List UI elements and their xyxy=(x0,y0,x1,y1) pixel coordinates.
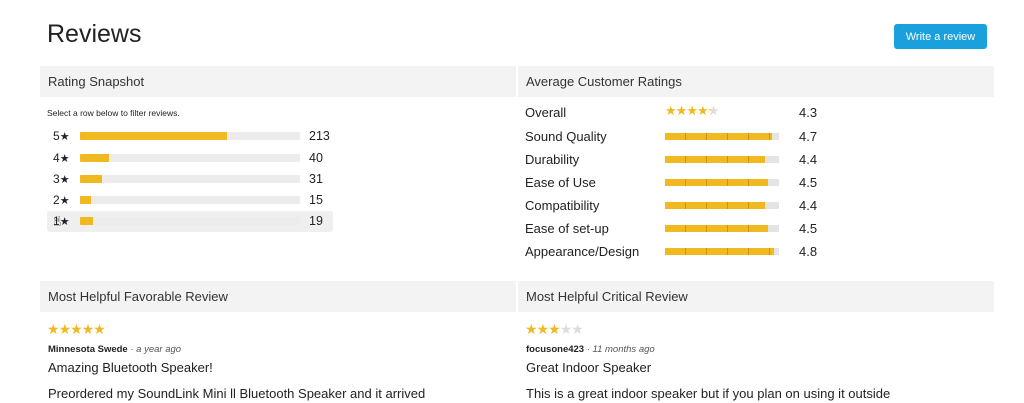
critical-review-body: This is a great indoor speaker but if yo… xyxy=(526,386,891,401)
average-ratings-header: Average Customer Ratings xyxy=(518,66,994,97)
rating-filter-row-3-star[interactable]: 3★ 31 xyxy=(47,169,333,190)
rating-filter-row-1-star[interactable]: 1★ 19 xyxy=(47,211,333,232)
write-review-button[interactable]: Write a review xyxy=(894,24,987,49)
avg-rating-value: 4.5 xyxy=(799,175,818,190)
avg-rating-bar xyxy=(665,179,779,186)
rating-row-count: 40 xyxy=(309,151,323,165)
star-icon: ★ xyxy=(59,153,70,165)
avg-rating-value: 4.7 xyxy=(799,129,818,144)
average-ratings-title: Average Customer Ratings xyxy=(526,74,682,89)
filter-hint: Select a row below to filter reviews. xyxy=(47,108,180,118)
avg-rating-bar xyxy=(665,156,779,163)
critical-review-author[interactable]: focusone423 xyxy=(526,344,584,355)
avg-rating-bar xyxy=(665,225,779,232)
rating-snapshot-title: Rating Snapshot xyxy=(48,74,145,89)
avg-rating-value: 4.5 xyxy=(799,221,818,236)
avg-rating-row: Ease of Use 4.5 xyxy=(525,173,845,193)
overall-rating-row: Overall ★★★★★ 4.3 xyxy=(525,103,845,123)
page-title: Reviews xyxy=(47,20,142,48)
critical-review-title: Most Helpful Critical Review xyxy=(526,289,688,304)
rating-row-bar xyxy=(80,217,300,225)
avg-rating-label: Durability xyxy=(525,152,580,167)
avg-rating-bar xyxy=(665,133,779,140)
favorable-review-author[interactable]: Minnesota Swede xyxy=(48,344,128,355)
avg-rating-label: Sound Quality xyxy=(525,129,607,144)
favorable-review-title: Most Helpful Favorable Review xyxy=(48,289,228,304)
avg-rating-row: Sound Quality 4.7 xyxy=(525,127,845,147)
rating-row-bar xyxy=(80,196,300,204)
avg-rating-row: Ease of set-up 4.5 xyxy=(525,219,845,239)
rating-snapshot-header: Rating Snapshot xyxy=(40,66,516,97)
rating-row-bar xyxy=(80,154,300,162)
avg-rating-label: Ease of Use xyxy=(525,175,596,190)
critical-stars-icon: ★★★★★ xyxy=(525,321,584,337)
rating-filter-row-5-star[interactable]: 5★ 213 xyxy=(47,126,333,147)
star-icon: ★ xyxy=(59,131,70,143)
avg-rating-label: Appearance/Design xyxy=(525,244,640,259)
favorable-stars-icon: ★★★★★ xyxy=(47,321,106,337)
star-icon: ★ xyxy=(59,195,70,207)
avg-rating-row: Compatibility 4.4 xyxy=(525,196,845,216)
rating-row-count: 15 xyxy=(309,193,323,207)
critical-review-header: Most Helpful Critical Review xyxy=(518,281,994,312)
avg-rating-value: 4.4 xyxy=(799,152,818,167)
avg-rating-bar xyxy=(665,248,779,255)
overall-label: Overall xyxy=(525,105,567,120)
rating-row-label: 2★ xyxy=(53,193,70,207)
hand-cursor-icon: ☝ xyxy=(53,213,62,229)
critical-review-time: · 11 months ago xyxy=(586,344,655,355)
favorable-review-heading: Amazing Bluetooth Speaker! xyxy=(48,360,213,375)
avg-rating-label: Compatibility xyxy=(525,198,600,213)
avg-rating-label: Ease of set-up xyxy=(525,221,609,236)
favorable-review-time: · a year ago xyxy=(130,344,182,355)
rating-row-bar xyxy=(80,132,300,140)
favorable-review-meta: Minnesota Swede · a year ago xyxy=(48,344,181,355)
avg-rating-row: Appearance/Design 4.8 xyxy=(525,242,845,262)
rating-filter-row-4-star[interactable]: 4★ 40 xyxy=(47,148,333,169)
overall-value: 4.3 xyxy=(799,105,818,120)
critical-review-heading: Great Indoor Speaker xyxy=(526,360,652,375)
avg-rating-row: Durability 4.4 xyxy=(525,150,845,170)
avg-rating-value: 4.8 xyxy=(799,244,818,259)
rating-row-label: 4★ xyxy=(53,151,70,165)
rating-row-count: 213 xyxy=(309,129,330,143)
rating-row-bar xyxy=(80,175,300,183)
star-icon: ★ xyxy=(59,174,70,186)
overall-stars-icon: ★★★★★ xyxy=(665,103,719,118)
rating-filter-row-2-star[interactable]: 2★ 15 xyxy=(47,190,333,211)
favorable-review-header: Most Helpful Favorable Review xyxy=(40,281,516,312)
favorable-review-body: Preordered my SoundLink Mini ll Bluetoot… xyxy=(48,386,426,401)
avg-rating-bar xyxy=(665,202,779,209)
rating-row-count: 31 xyxy=(309,172,323,186)
rating-row-label: 3★ xyxy=(53,172,70,186)
rating-row-label: 5★ xyxy=(53,129,70,143)
critical-review-meta: focusone423 · 11 months ago xyxy=(526,344,655,355)
rating-row-count: 19 xyxy=(309,214,323,228)
avg-rating-value: 4.4 xyxy=(799,198,818,213)
